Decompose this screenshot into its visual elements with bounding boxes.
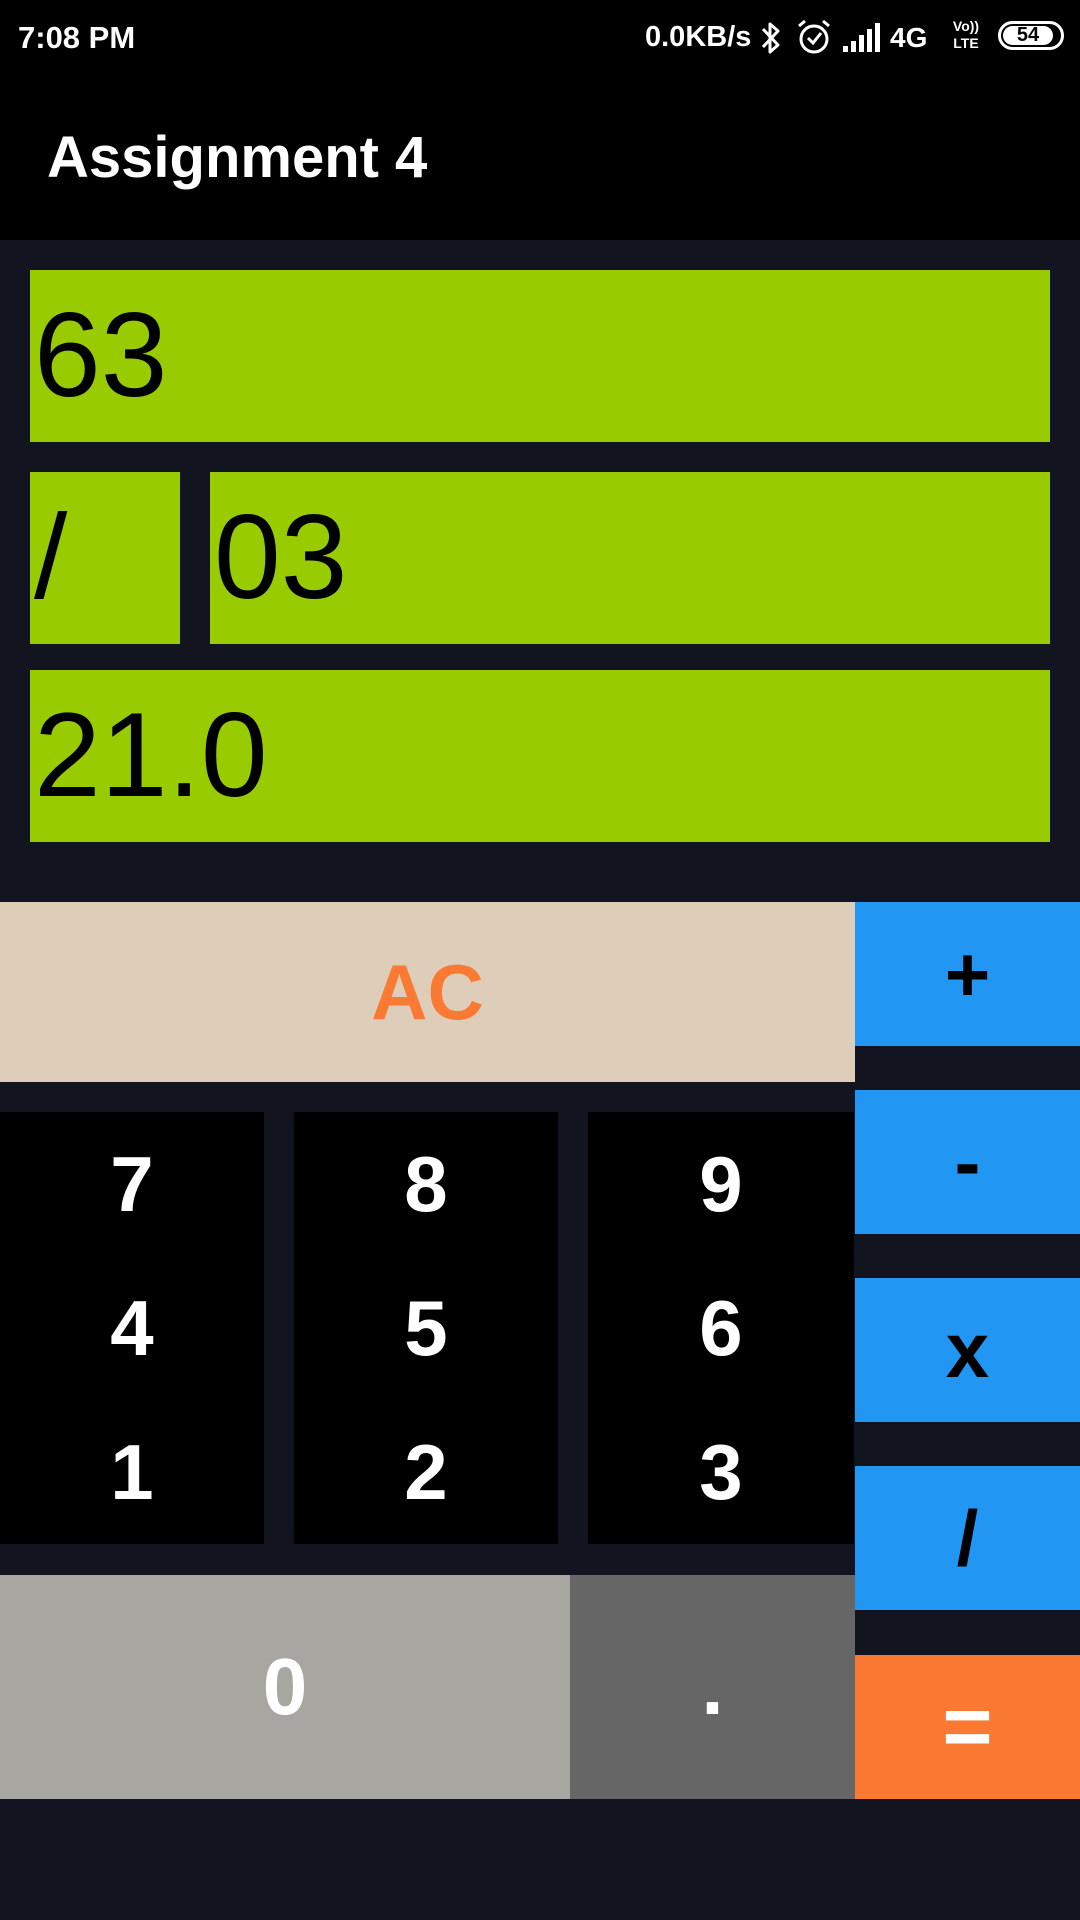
multiply-button[interactable]: x: [855, 1278, 1080, 1422]
alarm-icon: [798, 19, 830, 54]
digit-1-button[interactable]: 1: [0, 1400, 264, 1544]
digit-7-button[interactable]: 7: [0, 1112, 264, 1256]
digit-9-button[interactable]: 9: [588, 1112, 854, 1256]
volte-bottom: LTE: [953, 35, 979, 51]
digit-8-button[interactable]: 8: [294, 1112, 558, 1256]
digit-0-button[interactable]: 0: [0, 1575, 570, 1799]
volte-top: Vo)): [952, 18, 980, 34]
page-title: Assignment 4: [47, 125, 428, 190]
operand-b-field[interactable]: 03: [210, 472, 1050, 644]
digit-3-button[interactable]: 3: [588, 1400, 854, 1544]
operator-field[interactable]: /: [30, 472, 180, 644]
digit-5-button[interactable]: 5: [294, 1256, 558, 1400]
network-speed: 0.0KB/s: [645, 21, 752, 53]
status-time: 7:08 PM: [18, 20, 136, 55]
result-field: 21.0: [30, 670, 1050, 842]
signal-icon: [843, 23, 880, 52]
battery-icon: 54: [998, 21, 1064, 50]
divide-button[interactable]: /: [855, 1466, 1080, 1610]
digit-2-button[interactable]: 2: [294, 1400, 558, 1544]
network-type: 4G: [890, 22, 928, 53]
volte-indicator: Vo)) LTE: [948, 18, 984, 52]
digit-6-button[interactable]: 6: [588, 1256, 854, 1400]
bluetooth-icon: [761, 22, 780, 54]
digit-4-button[interactable]: 4: [0, 1256, 264, 1400]
plus-button[interactable]: +: [855, 902, 1080, 1046]
battery-level: 54: [1003, 24, 1053, 46]
minus-button[interactable]: -: [855, 1090, 1080, 1234]
decimal-point-button[interactable]: .: [570, 1575, 855, 1799]
operand-a-field[interactable]: 63: [30, 270, 1050, 442]
clear-button[interactable]: AC: [0, 902, 855, 1082]
equals-button[interactable]: =: [855, 1655, 1080, 1799]
